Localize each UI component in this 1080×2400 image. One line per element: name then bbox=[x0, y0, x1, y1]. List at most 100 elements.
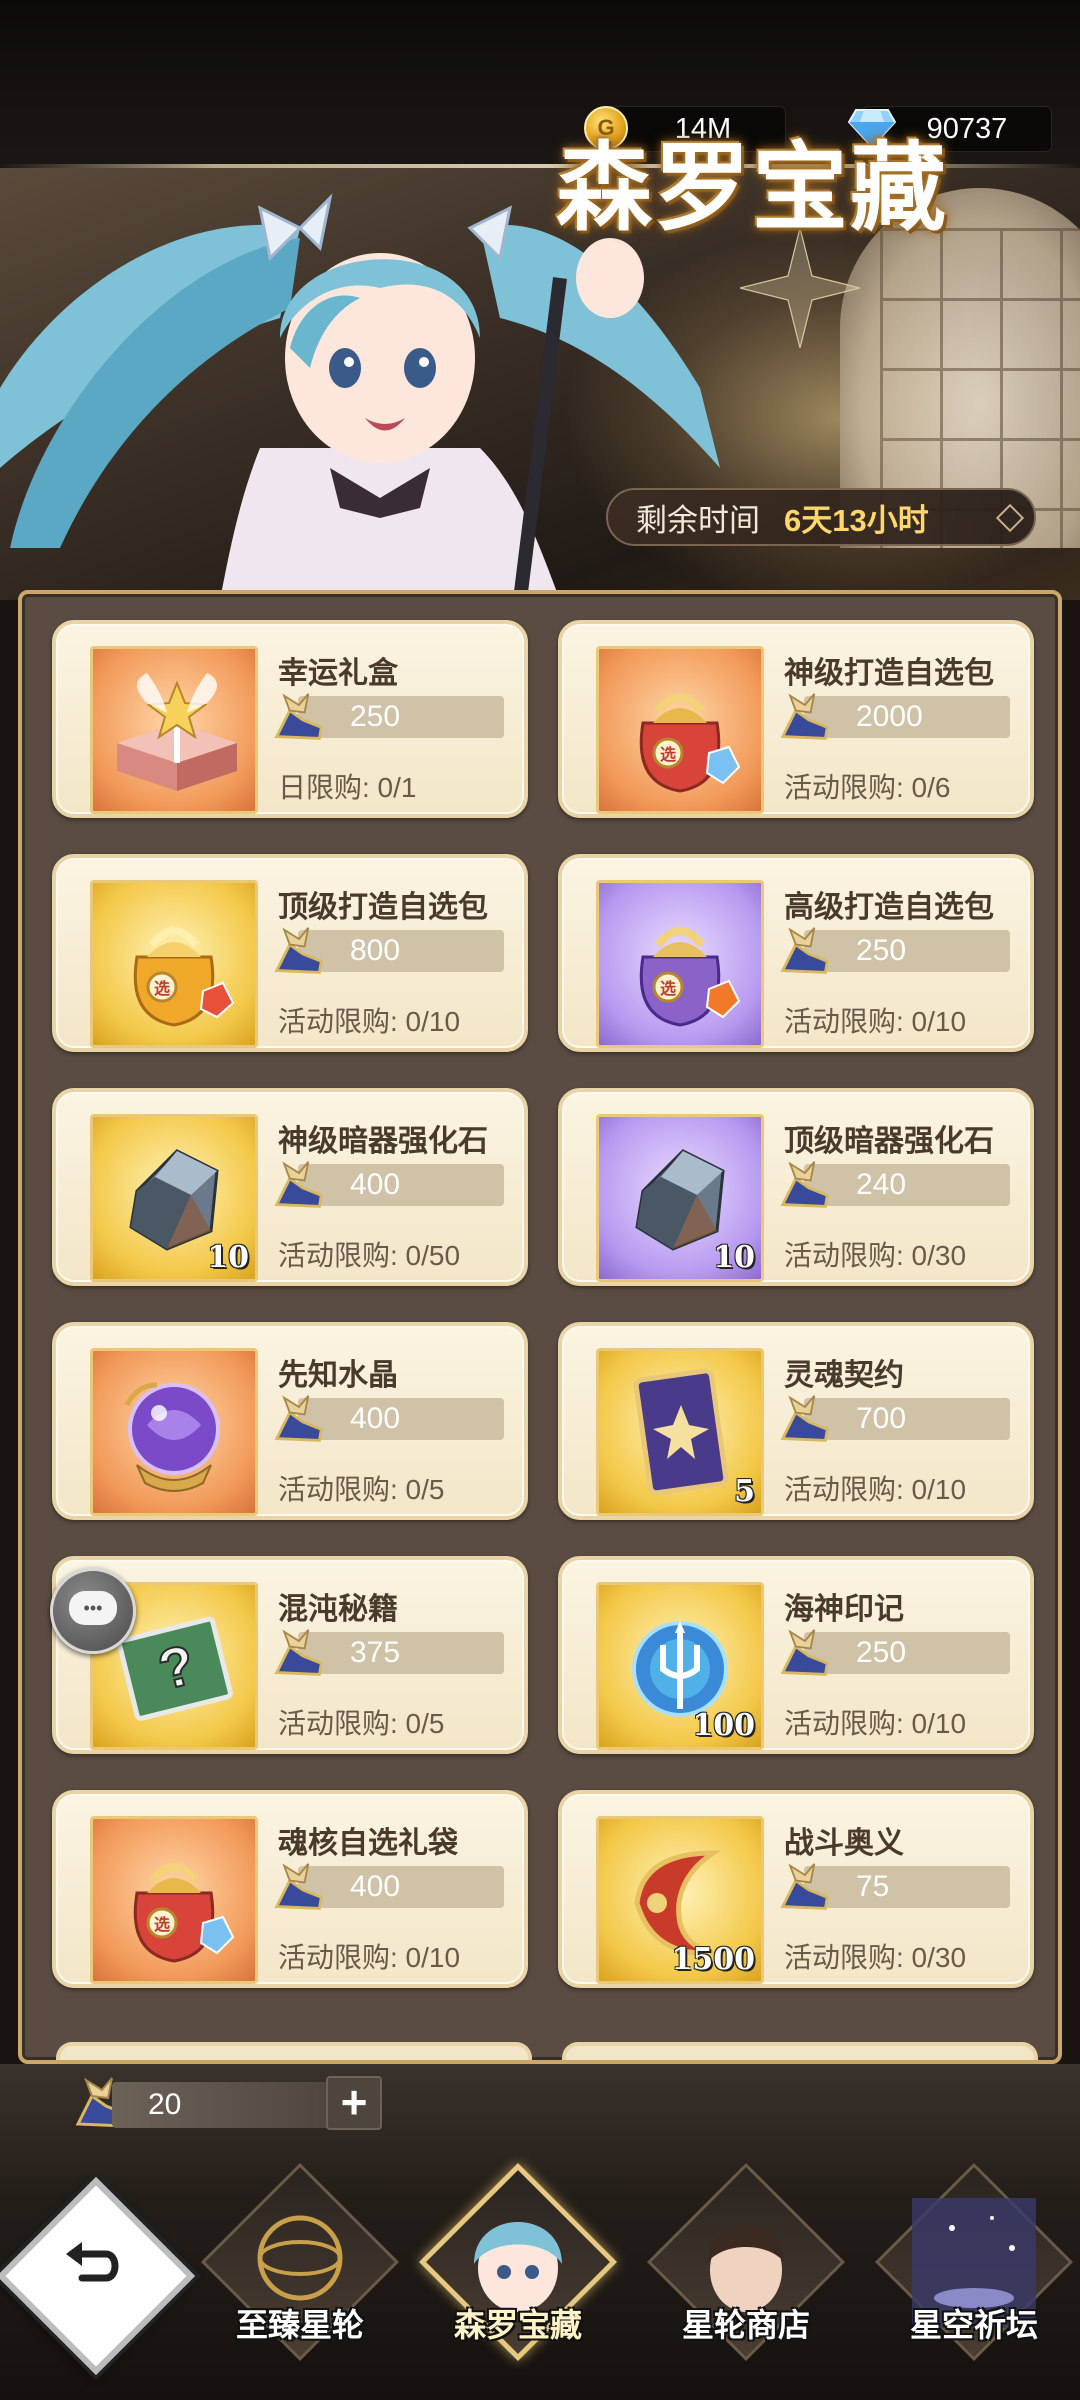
winged-shoe-token-icon bbox=[780, 927, 829, 974]
shop-item-card[interactable]: 选 神级打造自选包 2000 活动限购: 0/6 bbox=[558, 620, 1034, 818]
red-bag-icon: 选 bbox=[133, 1863, 235, 1963]
price-tag: 400 bbox=[298, 1866, 504, 1908]
price-tag: 375 bbox=[298, 1632, 504, 1674]
winged-shoe-token-icon bbox=[780, 1161, 829, 1208]
shop-item-card[interactable]: 选 顶级打造自选包 800 活动限购: 0/10 bbox=[52, 854, 528, 1052]
price-tag: 800 bbox=[298, 930, 504, 972]
shop-item-card[interactable]: 幸运礼盒 250 日限购: 0/1 bbox=[52, 620, 528, 818]
item-price: 400 bbox=[350, 1402, 401, 1435]
add-token-button[interactable]: + bbox=[326, 2076, 382, 2130]
timer-label: 剩余时间 bbox=[636, 502, 760, 538]
purchase-limit: 活动限购: 0/10 bbox=[784, 1708, 967, 1739]
shop-item-card[interactable]: 10 神级暗器强化石 400 活动限购: 0/50 bbox=[52, 1088, 528, 1286]
nav-tab-treasure[interactable]: 森罗宝藏 bbox=[418, 2163, 617, 2388]
item-price: 700 bbox=[856, 1402, 907, 1435]
crystal-orb-icon bbox=[124, 1382, 220, 1492]
purchase-limit: 活动限购: 0/30 bbox=[784, 1942, 967, 1973]
svg-text:选: 选 bbox=[154, 980, 170, 998]
item-quantity: 100 bbox=[692, 1708, 755, 1743]
item-quantity: 5 bbox=[734, 1474, 755, 1509]
shop-item-card[interactable]: 选 高级打造自选包 250 活动限购: 0/10 bbox=[558, 854, 1034, 1052]
banner-title: 森罗宝藏 bbox=[556, 131, 948, 244]
item-thumbnail: 100 bbox=[596, 1582, 764, 1750]
winged-shoe-token-icon bbox=[780, 1395, 829, 1442]
purchase-limit: 活动限购: 0/10 bbox=[784, 1474, 967, 1505]
nav-tab-star-wheel[interactable]: 至臻星轮 bbox=[200, 2163, 399, 2388]
timer-ornament bbox=[995, 503, 1025, 533]
soul-card-icon bbox=[633, 1368, 729, 1496]
token-field: 20 bbox=[112, 2082, 338, 2128]
item-name: 神级暗器强化石 bbox=[278, 1125, 488, 1158]
item-thumbnail: 5 bbox=[596, 1348, 764, 1516]
purchase-limit: 活动限购: 0/5 bbox=[278, 1708, 445, 1739]
price-tag: 250 bbox=[804, 1632, 1010, 1674]
price-tag: 250 bbox=[298, 696, 504, 738]
time-remaining: 剩余时间 6天13小时 bbox=[606, 488, 1036, 546]
red-bag-icon: 选 bbox=[639, 693, 741, 793]
item-quantity: 1500 bbox=[671, 1942, 756, 1977]
svg-text:选: 选 bbox=[660, 980, 676, 998]
item-price: 400 bbox=[350, 1168, 401, 1201]
item-price: 240 bbox=[856, 1168, 907, 1201]
item-name: 魂核自选礼袋 bbox=[278, 1827, 458, 1860]
purchase-limit: 活动限购: 0/6 bbox=[784, 772, 951, 803]
nav-tab-label: 森罗宝藏 bbox=[453, 2306, 582, 2344]
item-thumbnail: 选 bbox=[90, 1816, 258, 1984]
shop-item-card[interactable]: 1500 战斗奥义 75 活动限购: 0/30 bbox=[558, 1790, 1034, 1988]
item-price: 800 bbox=[350, 934, 401, 967]
price-tag: 250 bbox=[804, 930, 1010, 972]
item-price: 375 bbox=[350, 1636, 401, 1669]
shop-item-card[interactable]: 10 顶级暗器强化石 240 活动限购: 0/30 bbox=[558, 1088, 1034, 1286]
purchase-limit: 日限购: 0/1 bbox=[278, 772, 417, 803]
winged-shoe-token-icon bbox=[274, 1395, 323, 1442]
shop-item-card[interactable]: 5 灵魂契约 700 活动限购: 0/10 bbox=[558, 1322, 1034, 1520]
gift-box-icon bbox=[117, 673, 237, 791]
svg-text:选: 选 bbox=[660, 746, 676, 764]
shop-item-card[interactable]: 100 海神印记 250 活动限购: 0/10 bbox=[558, 1556, 1034, 1754]
item-price: 400 bbox=[350, 1870, 401, 1903]
winged-shoe-token-icon bbox=[274, 1629, 323, 1676]
item-thumbnail: 选 bbox=[90, 880, 258, 1048]
item-name: 幸运礼盒 bbox=[278, 657, 398, 690]
nav-tab-label: 星轮商店 bbox=[681, 2306, 810, 2344]
shop-item-card[interactable]: 先知水晶 400 活动限购: 0/5 bbox=[52, 1322, 528, 1520]
winged-shoe-token-icon bbox=[780, 1863, 829, 1910]
item-name: 神级打造自选包 bbox=[784, 657, 994, 690]
item-name: 混沌秘籍 bbox=[278, 1593, 398, 1626]
item-price: 250 bbox=[856, 934, 907, 967]
purchase-limit: 活动限购: 0/10 bbox=[278, 1942, 461, 1973]
winged-shoe-token-icon bbox=[274, 1161, 323, 1208]
item-name: 灵魂契约 bbox=[784, 1359, 904, 1392]
next-card-peek-left bbox=[56, 2042, 532, 2060]
next-card-peek-right bbox=[562, 2042, 1038, 2060]
item-name: 战斗奥义 bbox=[784, 1827, 904, 1860]
winged-shoe-token-icon bbox=[780, 1629, 829, 1676]
winged-shoe-token-icon bbox=[274, 927, 323, 974]
item-price: 2000 bbox=[856, 700, 923, 733]
token-count: 20 bbox=[148, 2088, 182, 2121]
price-tag: 400 bbox=[298, 1398, 504, 1440]
winged-shoe-token-icon bbox=[274, 693, 323, 740]
item-name: 海神印记 bbox=[784, 1593, 904, 1626]
purchase-limit: 活动限购: 0/30 bbox=[784, 1240, 967, 1271]
price-tag: 700 bbox=[804, 1398, 1010, 1440]
price-tag: 2000 bbox=[804, 696, 1010, 738]
item-price: 250 bbox=[350, 700, 401, 733]
winged-shoe-token-icon bbox=[274, 1863, 323, 1910]
price-tag: 400 bbox=[298, 1164, 504, 1206]
item-name: 顶级暗器强化石 bbox=[784, 1125, 994, 1158]
nav-tab-shop[interactable]: 星轮商店 bbox=[646, 2163, 845, 2388]
price-tag: 75 bbox=[804, 1866, 1010, 1908]
purple-bag-icon: 选 bbox=[639, 927, 741, 1027]
item-quantity: 10 bbox=[713, 1240, 755, 1275]
item-thumbnail: 10 bbox=[90, 1114, 258, 1282]
shop-item-card[interactable]: 选 魂核自选礼袋 400 活动限购: 0/10 bbox=[52, 1790, 528, 1988]
gold-bag-icon: 选 bbox=[133, 927, 235, 1027]
item-name: 顶级打造自选包 bbox=[278, 891, 488, 924]
item-quantity: 10 bbox=[207, 1240, 249, 1275]
chat-icon[interactable] bbox=[50, 1568, 136, 1654]
purchase-limit: 活动限购: 0/10 bbox=[278, 1006, 461, 1037]
nav-tab-altar[interactable]: 星空祈坛 bbox=[874, 2163, 1073, 2388]
item-thumbnail: 1500 bbox=[596, 1816, 764, 1984]
timer-value: 6天13小时 bbox=[784, 502, 929, 538]
